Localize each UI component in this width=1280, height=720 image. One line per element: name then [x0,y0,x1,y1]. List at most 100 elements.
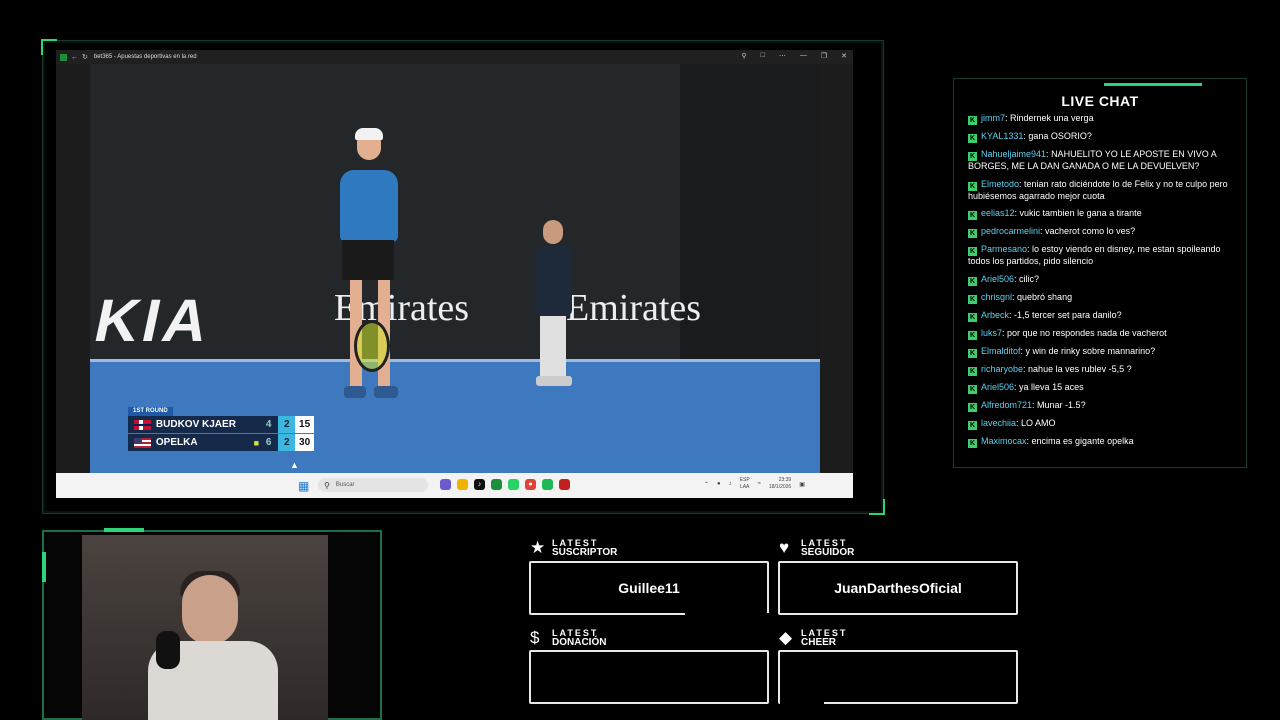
browser-titlebar: ← ↻ bet365 - Apuestas deportivas en la r… [56,50,853,64]
latest-suscriptor-header: ★ LATEST SUSCRIPTOR [530,538,617,558]
latest-suscriptor-value: Guillee11 [618,580,680,596]
chat-text: quebró shang [1017,291,1073,302]
chat-message: Kpedrocarmelini: vacherot como lo ves? [968,226,1238,238]
bet365-favicon-icon [60,53,67,61]
language-indicator[interactable]: ESP LAA [740,477,750,491]
latest-suscriptor-box: Guillee11 [529,561,769,615]
clock-time: 23:39 [778,477,792,483]
chat-text: vukic tambien le gana a tirante [1019,208,1142,218]
ballkid-head [543,220,563,244]
notifications-icon[interactable]: ▣ [799,481,805,488]
set2-score: 2 [278,416,296,433]
volume-icon[interactable]: ♪ [729,481,732,487]
chat-message-list: Kjimm7: Rindernek una verga K KYAL1331: ga… [968,113,1238,454]
ballkid-body [536,246,572,316]
extensions-icon[interactable]: □ [761,52,765,60]
chat-username[interactable]: KYAL1331 [981,131,1023,141]
kick-badge-icon: K [968,402,977,412]
file-explorer-icon[interactable] [457,479,468,490]
player-cap [355,128,383,140]
wifi-icon[interactable]: ≈ [758,481,761,487]
chat-message: Klavechiia: LO AMO [968,418,1238,430]
chat-username[interactable]: Alfredom721 [981,400,1032,410]
chat-username[interactable]: lavechiia [981,418,1016,428]
latest-donacion-header: $ LATEST DONACIÓN [530,628,606,648]
minimize-icon[interactable]: — [800,52,807,60]
zoom-icon[interactable]: ⚲ [741,52,746,60]
browser-window: ← ↻ bet365 - Apuestas deportivas en la r… [56,50,853,498]
kick-badge-icon: K [968,438,977,448]
chat-username[interactable]: Nahueljaime941 [981,149,1046,159]
copilot-icon[interactable] [440,479,451,490]
latest-cheer-header: ◆ LATEST CHEER [779,628,847,648]
chrome-icon[interactable]: ● [525,479,536,490]
frame-corner [869,499,885,515]
chat-text: y win de rinky sobre mannarino? [1025,345,1156,356]
chat-text: Munar -1.5? [1037,399,1086,410]
chat-text: Rindernek una verga [1010,113,1094,123]
browser-tab-title: bet365 - Apuestas deportivas en la red [93,54,197,60]
chat-username[interactable]: pedrocarmelini [981,226,1040,236]
latest-seguidor-value: JuanDarthesOficial [834,580,962,596]
score-row: BUDKOV KJAER 4 2 15 [128,416,314,433]
chat-username[interactable]: luks7 [981,328,1002,338]
chat-username[interactable]: jimm7 [981,113,1005,123]
bet365-app-icon[interactable] [491,479,502,490]
tennis-racket [354,320,390,372]
tennis-video[interactable]: KIA Emirates Emirates 1ST ROUND BUDKOV K… [90,64,820,473]
whatsapp-icon[interactable] [508,479,519,490]
alert-bottom-label: SUSCRIPTOR [552,547,618,558]
ball-kid [530,220,576,420]
chat-username[interactable]: Elmalditof [981,346,1021,356]
chat-title: LIVE CHAT [1061,93,1139,109]
tiktok-icon[interactable]: ♪ [474,479,485,490]
close-icon[interactable]: ✕ [841,52,847,60]
star-icon: ★ [530,538,546,557]
chat-message: Kluks7: por que no respondes nada de vac… [968,328,1238,340]
latest-donacion-box [529,650,769,704]
latest-cheer-box [778,650,1018,704]
chat-username[interactable]: Arbeck [981,310,1009,320]
chat-username[interactable]: richaryobe [981,364,1023,374]
windows-start-icon[interactable]: ▦ [298,479,309,493]
chat-message: K Elmetodo: tenian rato diciéndote lo de … [968,179,1238,203]
taskbar-search[interactable]: ⚲ Buscar [318,478,428,492]
ballkid-legs [540,316,566,376]
chat-message: Keelias12: vukic tambien le gana a tiran… [968,208,1238,220]
heart-icon: ♥ [779,538,790,557]
player-name: OPELKA [155,437,198,448]
webcam-feed [82,535,328,720]
chat-username[interactable]: Parmesano [981,244,1027,254]
app-icon[interactable] [559,479,570,490]
kick-badge-icon: K [968,229,977,238]
mouse-cursor-icon: ▲ [290,460,299,470]
taskbar-apps: ♪ ● [440,479,570,490]
chat-username[interactable]: eelias12 [981,208,1015,218]
spotify-icon[interactable] [542,479,553,490]
tray-chevron-icon[interactable]: ⌃ [704,481,709,488]
set2-score: 2 [278,434,296,451]
chat-username[interactable]: Maximocax [981,436,1027,446]
chat-message: K Maximocax: encima es gigante opelka [968,436,1238,448]
chat-username[interactable]: Elmetodo [981,179,1019,189]
kick-badge-icon: K [968,384,977,394]
kick-badge-icon: K [968,366,977,376]
player-shorts [342,240,394,280]
chat-username[interactable]: Ariel506 [981,382,1014,392]
chat-message: Kjimm7: Rindernek una verga [968,113,1238,125]
mic-icon[interactable]: ● [717,481,721,487]
chat-text: gana OSORIO? [1028,131,1092,141]
chat-username[interactable]: chrisgnl [981,292,1012,302]
maximize-icon[interactable]: ❐ [821,52,827,60]
court-baseline [90,359,820,362]
game-score: 15 [295,416,314,433]
taskbar-clock[interactable]: 23:39 18/1/2026 [769,477,791,491]
reload-icon[interactable]: ↻ [82,53,88,61]
chat-username[interactable]: Ariel506 [981,274,1014,284]
chat-message: K Parmesano: lo estoy viendo en disney, m… [968,244,1238,268]
score-row: OPELKA ■ 6 2 30 [128,434,314,451]
share-icon[interactable]: ⋯ [779,52,786,60]
chat-message: K Ariel506: cilic? [968,274,1238,286]
back-icon[interactable]: ← [71,54,78,61]
clock-date: 18/1/2026 [768,484,792,490]
